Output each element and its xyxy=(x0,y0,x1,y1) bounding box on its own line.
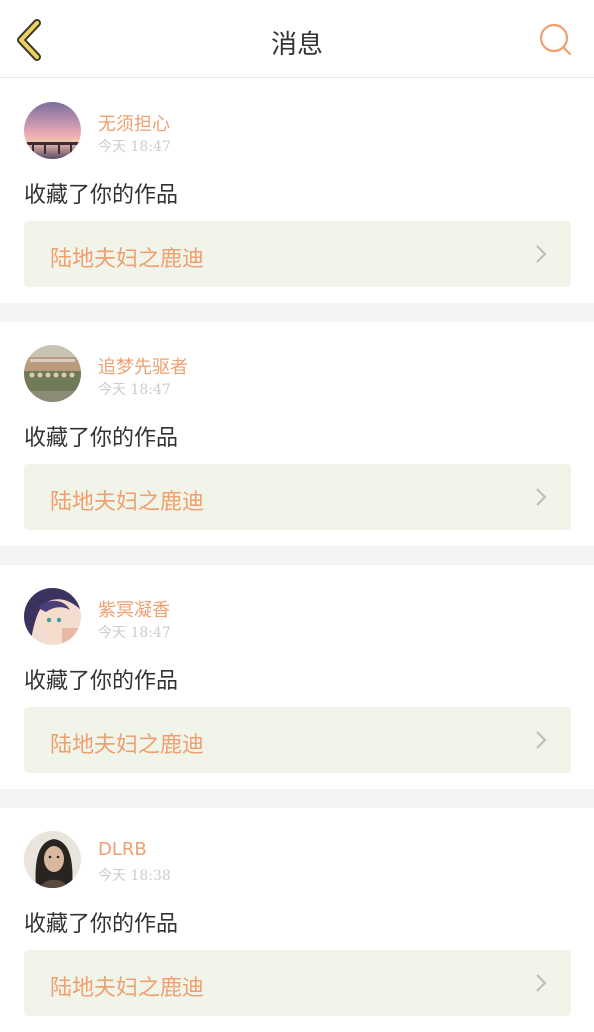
page-title: 消息 xyxy=(270,30,323,60)
work-title: 陆地夫妇之鹿迪 xyxy=(50,247,205,272)
action-text: 收藏了你的作品 xyxy=(24,669,179,694)
woman-portrait-avatar-image xyxy=(24,831,81,888)
timestamp: 今天 18:47 xyxy=(98,382,171,398)
message-item: 紫冥凝香 今天 18:47 收藏了你的作品 陆地夫妇之鹿迪 xyxy=(0,565,594,789)
chevron-right-icon xyxy=(536,245,547,263)
work-link[interactable]: 陆地夫妇之鹿迪 xyxy=(24,950,571,1016)
avatar[interactable] xyxy=(24,831,81,888)
work-link[interactable]: 陆地夫妇之鹿迪 xyxy=(24,464,571,530)
timestamp: 今天 18:47 xyxy=(98,139,171,155)
message-item: 追梦先驱者 今天 18:47 收藏了你的作品 陆地夫妇之鹿迪 xyxy=(0,322,594,546)
message-list: 无须担心 今天 18:47 收藏了你的作品 陆地夫妇之鹿迪 追梦先驱者 今天 1… xyxy=(0,79,594,1032)
chevron-right-icon xyxy=(536,731,547,749)
timestamp: 今天 18:38 xyxy=(98,868,171,884)
action-text: 收藏了你的作品 xyxy=(24,426,179,451)
group-photo-avatar-image xyxy=(24,345,81,402)
anime-girl-avatar-image xyxy=(24,588,81,645)
timestamp: 今天 18:47 xyxy=(98,625,171,641)
user-name[interactable]: 追梦先驱者 xyxy=(98,353,188,379)
chevron-right-icon xyxy=(536,974,547,992)
search-button[interactable] xyxy=(536,20,576,60)
avatar[interactable] xyxy=(24,102,81,159)
work-title: 陆地夫妇之鹿迪 xyxy=(50,733,205,758)
work-title: 陆地夫妇之鹿迪 xyxy=(50,490,205,515)
message-item: 无须担心 今天 18:47 收藏了你的作品 陆地夫妇之鹿迪 xyxy=(0,79,594,303)
chevron-right-icon xyxy=(536,488,547,506)
avatar[interactable] xyxy=(24,345,81,402)
action-text: 收藏了你的作品 xyxy=(24,183,179,208)
divider xyxy=(0,546,594,565)
work-link[interactable]: 陆地夫妇之鹿迪 xyxy=(24,707,571,773)
divider xyxy=(0,303,594,322)
work-link[interactable]: 陆地夫妇之鹿迪 xyxy=(24,221,571,287)
divider xyxy=(0,789,594,808)
user-name[interactable]: DLRB xyxy=(98,839,147,860)
action-text: 收藏了你的作品 xyxy=(24,912,179,937)
user-name[interactable]: 无须担心 xyxy=(98,110,170,136)
work-title: 陆地夫妇之鹿迪 xyxy=(50,976,205,1001)
sunset-avatar-image xyxy=(24,102,81,159)
top-bar: 消息 xyxy=(0,0,594,78)
user-name[interactable]: 紫冥凝香 xyxy=(98,596,170,622)
search-icon xyxy=(539,23,572,56)
avatar[interactable] xyxy=(24,588,81,645)
message-item: DLRB 今天 18:38 收藏了你的作品 陆地夫妇之鹿迪 xyxy=(0,808,594,1032)
